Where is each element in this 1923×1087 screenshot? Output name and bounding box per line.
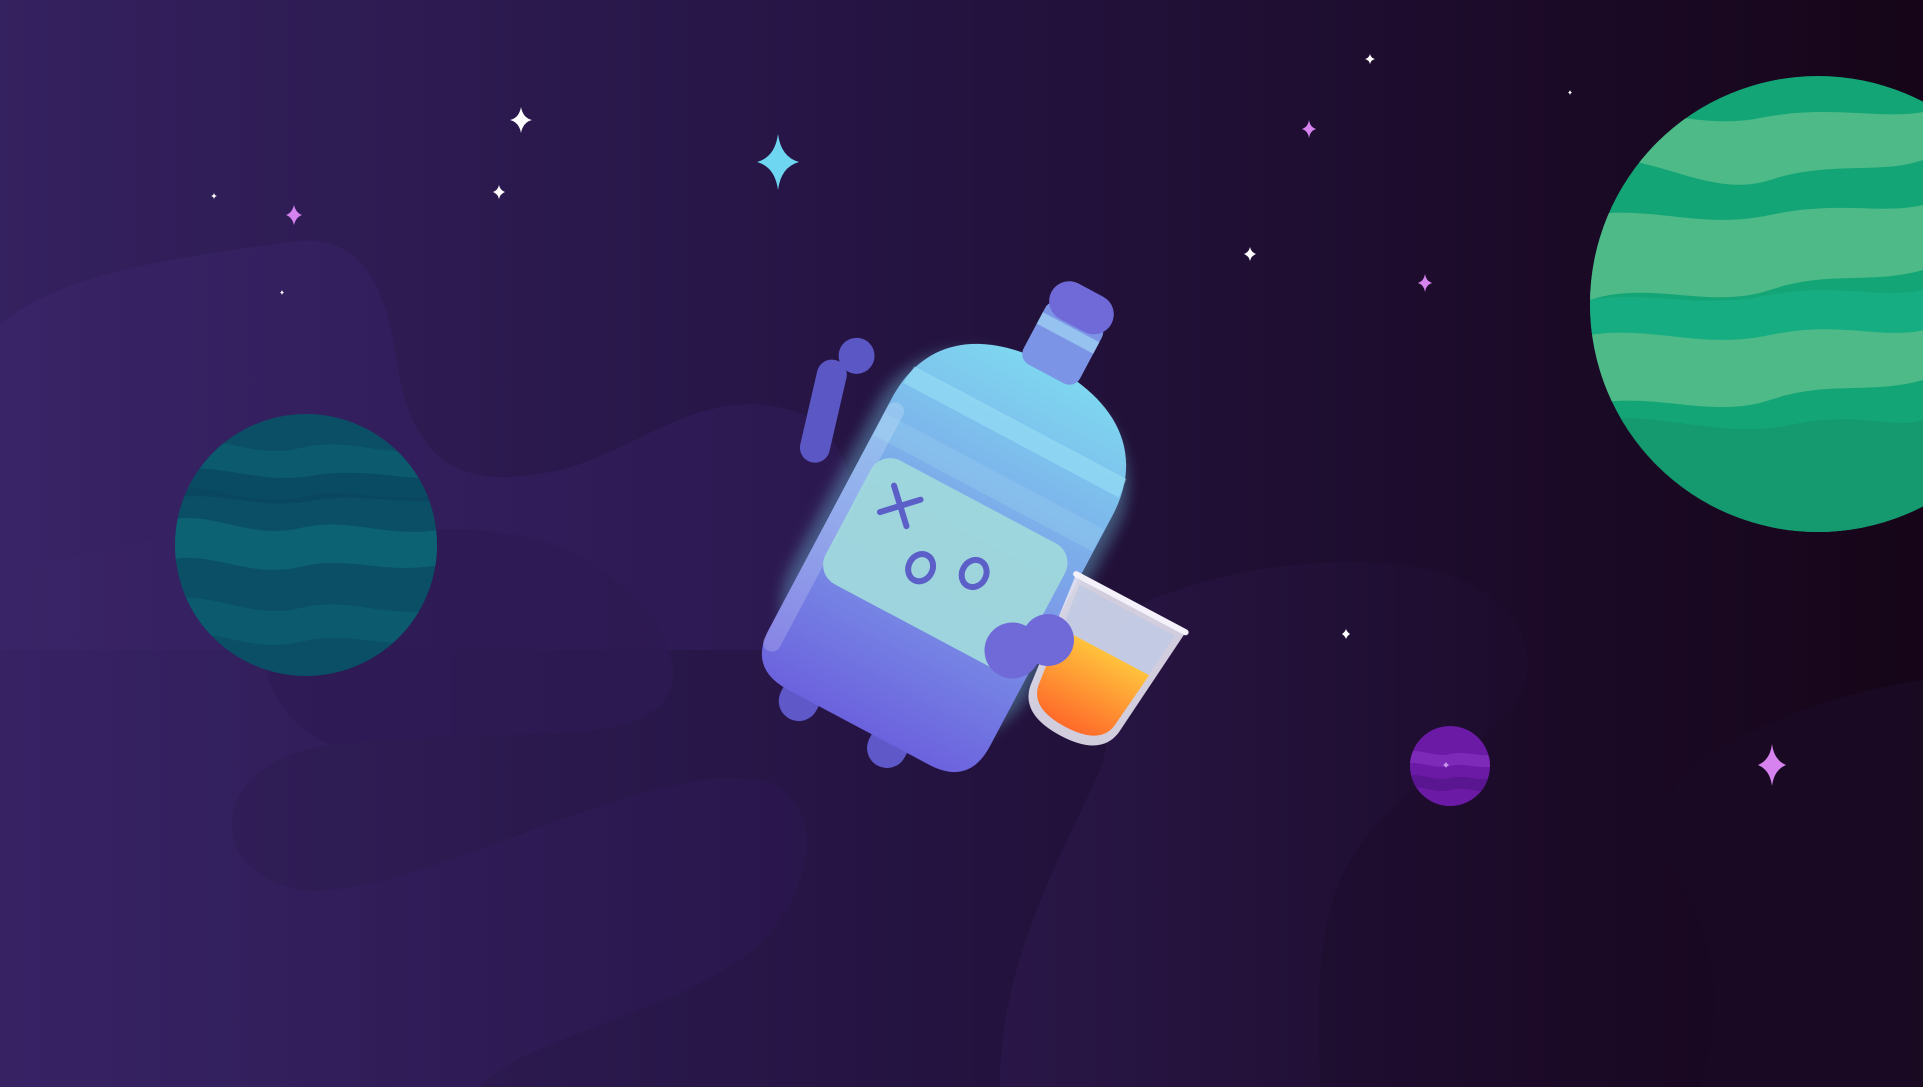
- bottle-hand: [1022, 614, 1074, 666]
- space-scene: [0, 0, 1923, 1087]
